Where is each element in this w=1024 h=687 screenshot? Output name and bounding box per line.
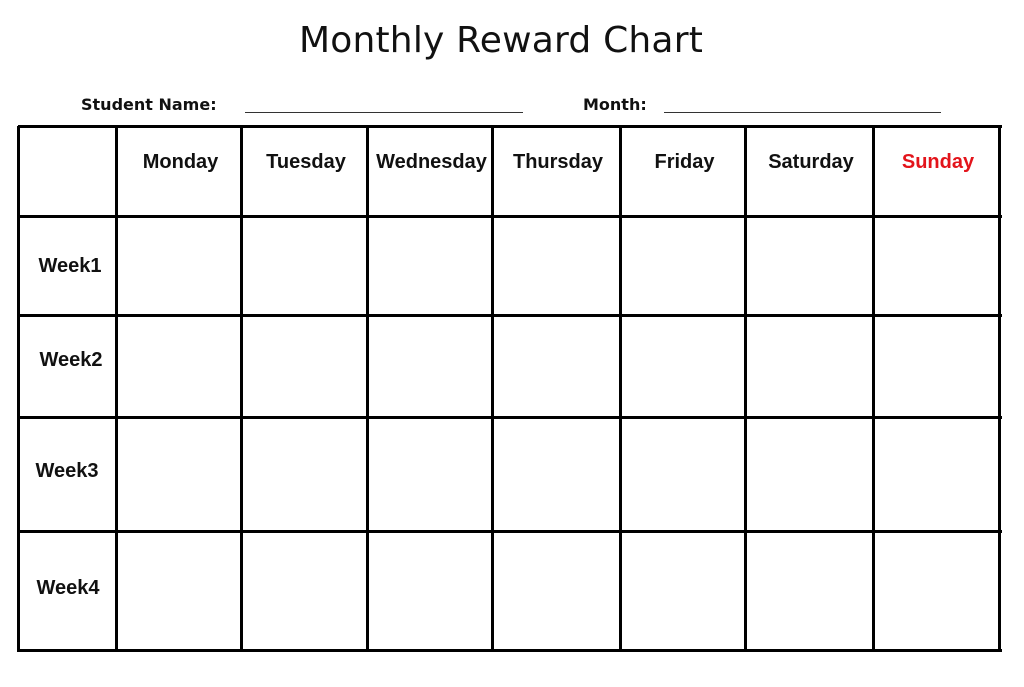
reward-cell-week4-friday[interactable] bbox=[622, 533, 744, 649]
table-border-bottom bbox=[18, 649, 1002, 652]
reward-table: Monday Tuesday Wednesday Thursday Friday… bbox=[0, 0, 1024, 687]
day-header-monday: Monday bbox=[142, 151, 219, 173]
day-header-wednesday: Wednesday bbox=[376, 151, 487, 173]
week-label-3: Week3 bbox=[35, 460, 99, 482]
table-border-top bbox=[18, 125, 1002, 128]
day-header-tuesday: Tuesday bbox=[266, 151, 346, 173]
reward-cell-week4-monday[interactable] bbox=[118, 533, 240, 649]
reward-cell-week1-sunday[interactable] bbox=[875, 218, 998, 314]
reward-cell-week3-thursday[interactable] bbox=[494, 419, 619, 530]
reward-cell-week4-sunday[interactable] bbox=[875, 533, 998, 649]
reward-cell-week3-tuesday[interactable] bbox=[243, 419, 366, 530]
reward-cell-week2-thursday[interactable] bbox=[494, 317, 619, 416]
table-border-right bbox=[998, 126, 1001, 652]
day-header-saturday: Saturday bbox=[768, 151, 854, 173]
week-label-1: Week1 bbox=[38, 255, 102, 277]
day-header-sunday: Sunday bbox=[901, 151, 975, 173]
reward-cell-week1-saturday[interactable] bbox=[747, 218, 872, 314]
reward-cell-week2-friday[interactable] bbox=[622, 317, 744, 416]
reward-cell-week4-wednesday[interactable] bbox=[369, 533, 491, 649]
week-label-2: Week2 bbox=[39, 349, 103, 371]
reward-cell-week1-tuesday[interactable] bbox=[243, 218, 366, 314]
reward-cell-week3-saturday[interactable] bbox=[747, 419, 872, 530]
reward-cell-week2-wednesday[interactable] bbox=[369, 317, 491, 416]
reward-cell-week1-wednesday[interactable] bbox=[369, 218, 491, 314]
week-label-4: Week4 bbox=[36, 577, 100, 599]
reward-cell-week3-sunday[interactable] bbox=[875, 419, 998, 530]
day-header-thursday: Thursday bbox=[512, 151, 604, 173]
reward-cell-week2-monday[interactable] bbox=[118, 317, 240, 416]
reward-cell-week1-monday[interactable] bbox=[118, 218, 240, 314]
reward-cell-week2-tuesday[interactable] bbox=[243, 317, 366, 416]
reward-cell-week4-thursday[interactable] bbox=[494, 533, 619, 649]
reward-cell-week3-friday[interactable] bbox=[622, 419, 744, 530]
reward-cell-week3-wednesday[interactable] bbox=[369, 419, 491, 530]
reward-cell-week4-saturday[interactable] bbox=[747, 533, 872, 649]
day-header-friday: Friday bbox=[654, 151, 715, 173]
reward-cell-week3-monday[interactable] bbox=[118, 419, 240, 530]
reward-cell-week1-thursday[interactable] bbox=[494, 218, 619, 314]
reward-cell-week2-saturday[interactable] bbox=[747, 317, 872, 416]
reward-cell-week4-tuesday[interactable] bbox=[243, 533, 366, 649]
reward-cell-week1-friday[interactable] bbox=[622, 218, 744, 314]
reward-cell-week2-sunday[interactable] bbox=[875, 317, 998, 416]
corner-header-cell bbox=[20, 128, 115, 215]
